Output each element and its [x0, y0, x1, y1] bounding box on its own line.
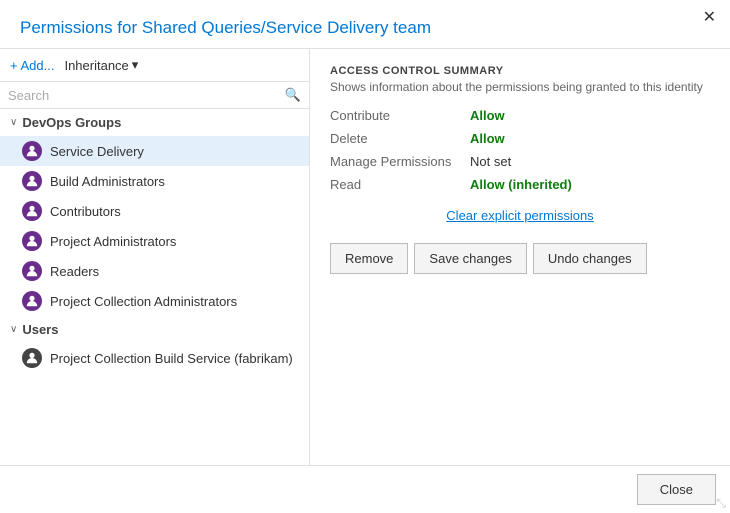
permission-manage: Manage Permissions Not set [330, 154, 710, 169]
item-label: Project Collection Build Service (fabrik… [50, 351, 293, 366]
undo-changes-button[interactable]: Undo changes [533, 243, 647, 274]
perm-value: Allow (inherited) [470, 177, 572, 192]
perm-value: Allow [470, 108, 505, 123]
acs-subtitle: Shows information about the permissions … [330, 80, 710, 94]
perm-label: Contribute [330, 108, 470, 123]
save-changes-button[interactable]: Save changes [414, 243, 526, 274]
list-item[interactable]: Contributors [0, 196, 309, 226]
users-group-header[interactable]: ∨ Users [0, 316, 309, 343]
chevron-icon: ∨ [10, 324, 17, 335]
list-item[interactable]: Project Collection Administrators [0, 286, 309, 316]
list-item[interactable]: Readers [0, 256, 309, 286]
add-button[interactable]: + Add... [10, 58, 54, 73]
clear-explicit-permissions-link[interactable]: Clear explicit permissions [330, 208, 710, 223]
perm-value: Allow [470, 131, 505, 146]
search-icon: 🔍 [285, 87, 301, 103]
item-label: Project Collection Administrators [50, 294, 237, 309]
group-avatar-icon [22, 291, 42, 311]
inheritance-label: Inheritance [64, 58, 128, 73]
close-icon[interactable]: ✕ [703, 10, 716, 26]
group-avatar-icon [22, 171, 42, 191]
dialog-footer: Close [0, 465, 730, 513]
toolbar: + Add... Inheritance ▾ [0, 49, 309, 82]
perm-label: Read [330, 177, 470, 192]
devops-groups-label: DevOps Groups [22, 115, 121, 130]
group-avatar-icon [22, 201, 42, 221]
item-label: Service Delivery [50, 144, 144, 159]
permission-contribute: Contribute Allow [330, 108, 710, 123]
chevron-icon: ∨ [10, 117, 17, 128]
permissions-dialog: ✕ Permissions for Shared Queries/Service… [0, 0, 730, 513]
group-avatar-icon [22, 261, 42, 281]
search-box: 🔍 [0, 82, 309, 109]
inheritance-button[interactable]: Inheritance ▾ [64, 57, 138, 73]
remove-button[interactable]: Remove [330, 243, 408, 274]
permission-delete: Delete Allow [330, 131, 710, 146]
devops-groups-header[interactable]: ∨ DevOps Groups [0, 109, 309, 136]
item-label: Readers [50, 264, 99, 279]
perm-label: Manage Permissions [330, 154, 470, 169]
inheritance-chevron-icon: ▾ [132, 57, 139, 73]
list-item[interactable]: Project Administrators [0, 226, 309, 256]
person-avatar-icon [22, 348, 42, 368]
item-label: Build Administrators [50, 174, 165, 189]
resize-handle-icon: ⤡ [716, 496, 726, 511]
list-container: ∨ DevOps Groups Service Delivery Build A… [0, 109, 309, 465]
permission-read: Read Allow (inherited) [330, 177, 710, 192]
action-buttons: Remove Save changes Undo changes [330, 243, 710, 274]
search-input[interactable] [8, 88, 279, 103]
group-avatar-icon [22, 231, 42, 251]
dialog-body: + Add... Inheritance ▾ 🔍 ∨ DevOps Groups [0, 49, 730, 465]
left-panel: + Add... Inheritance ▾ 🔍 ∨ DevOps Groups [0, 49, 310, 465]
perm-label: Delete [330, 131, 470, 146]
close-button[interactable]: Close [637, 474, 716, 505]
list-item[interactable]: Service Delivery [0, 136, 309, 166]
group-avatar-icon [22, 141, 42, 161]
item-label: Contributors [50, 204, 121, 219]
item-label: Project Administrators [50, 234, 176, 249]
perm-value: Not set [470, 154, 511, 169]
dialog-title: Permissions for Shared Queries/Service D… [0, 0, 730, 49]
list-item[interactable]: Project Collection Build Service (fabrik… [0, 343, 309, 373]
acs-title: ACCESS CONTROL SUMMARY [330, 65, 710, 77]
right-panel: ACCESS CONTROL SUMMARY Shows information… [310, 49, 730, 465]
users-group-label: Users [22, 322, 58, 337]
list-item[interactable]: Build Administrators [0, 166, 309, 196]
